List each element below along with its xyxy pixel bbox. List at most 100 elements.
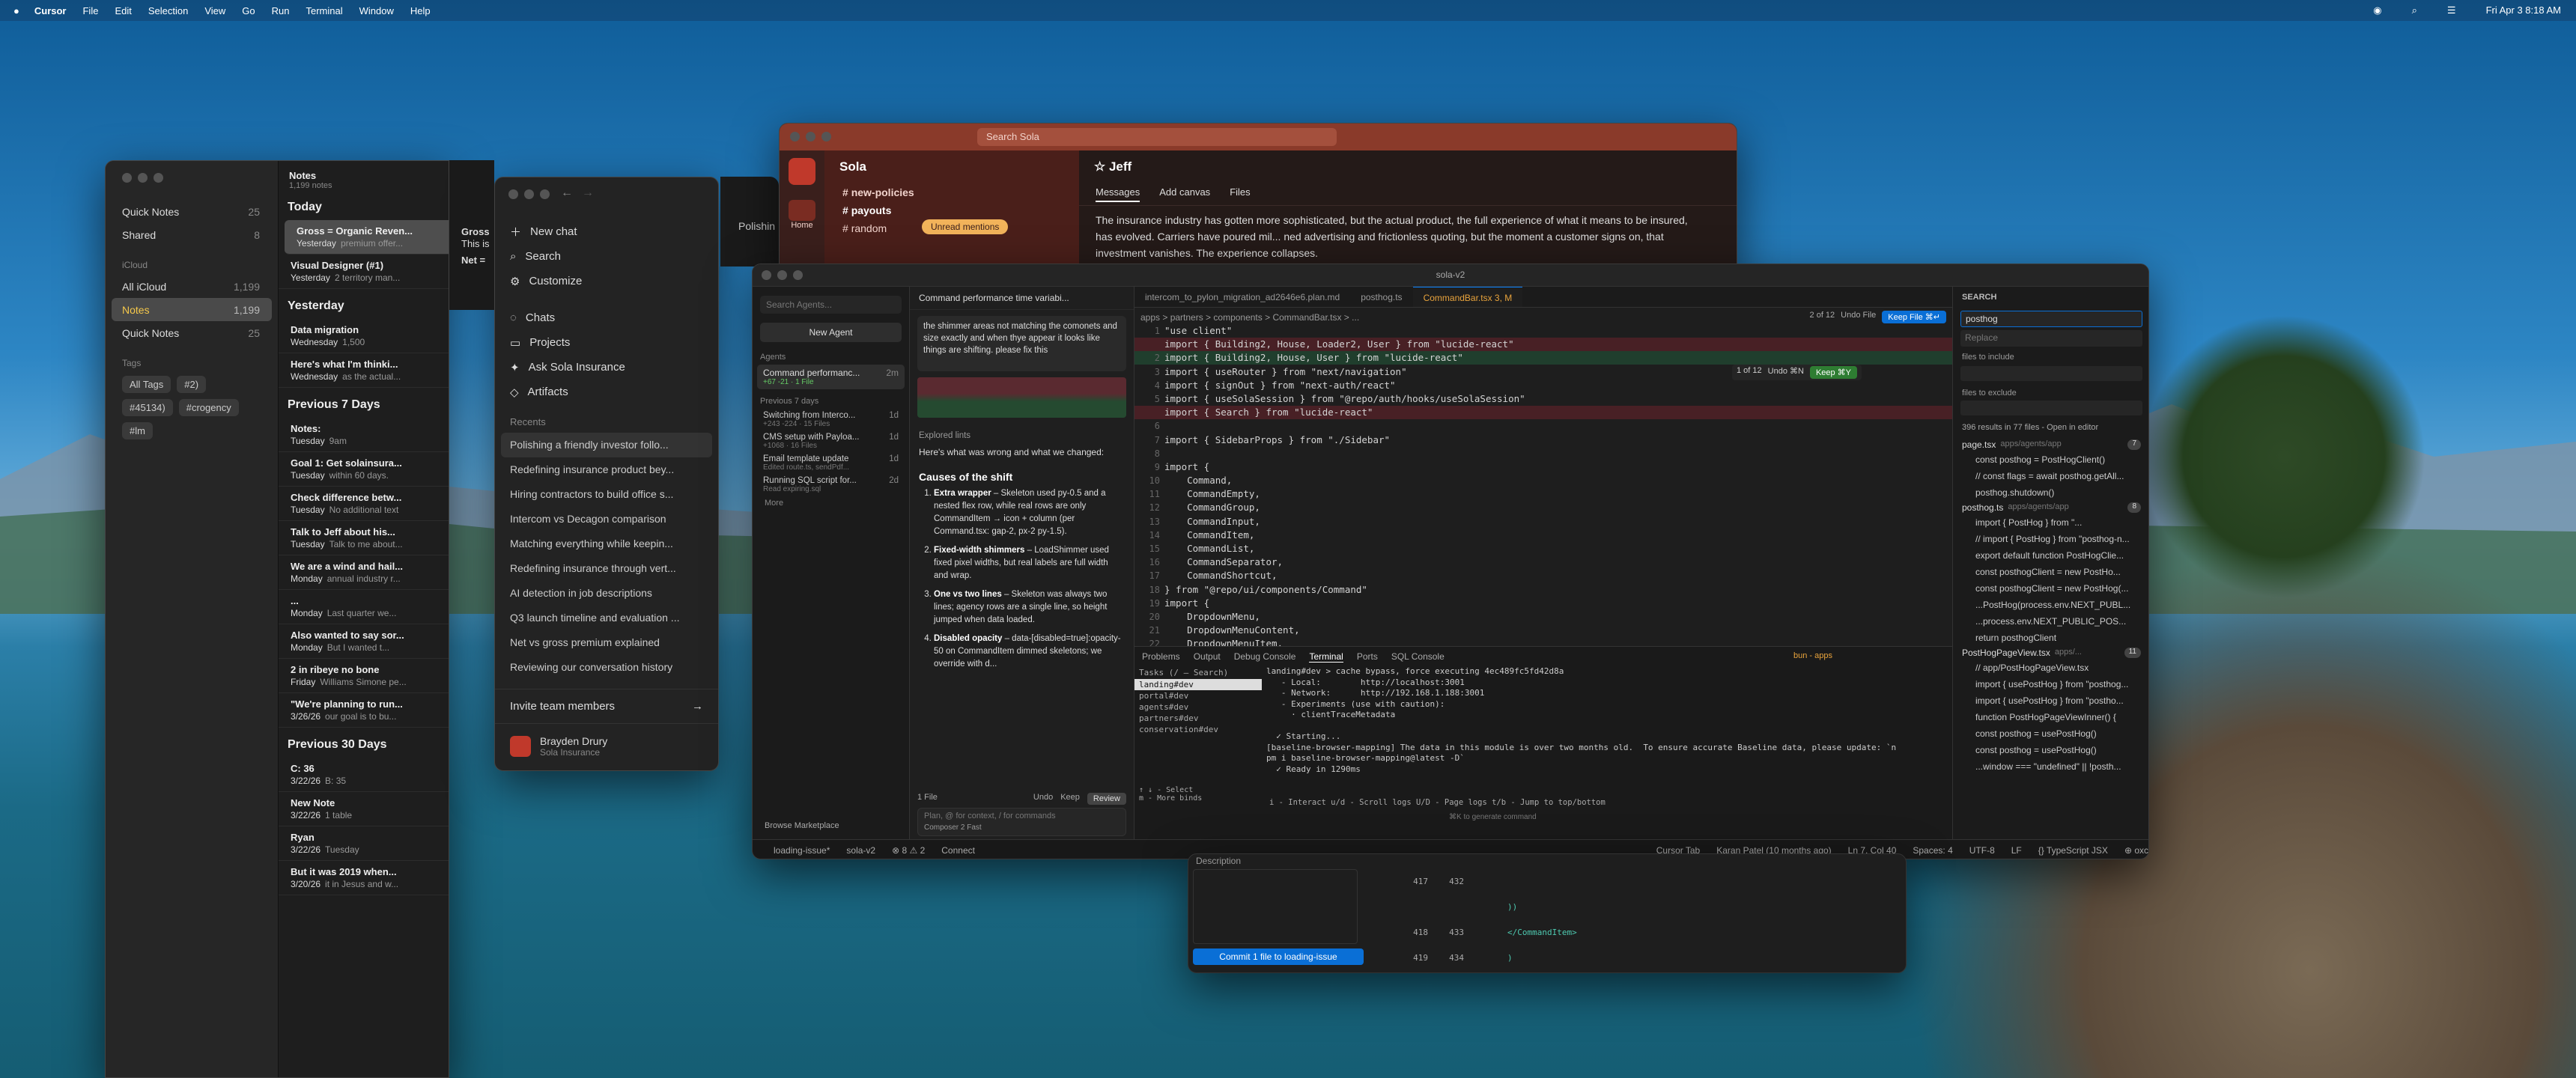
list-item[interactable]: ... Monday Last quarter we... <box>279 590 449 624</box>
result-line[interactable]: function PostHogPageViewInner() { <box>1953 709 2148 725</box>
code-line[interactable]: import { <box>1164 597 1525 610</box>
close-button[interactable] <box>122 173 132 183</box>
list-item[interactable]: We are a wind and hail... Monday annual in… <box>279 555 449 590</box>
review-button[interactable]: Review <box>1087 793 1126 805</box>
hunk-keep[interactable]: Keep ⌘Y <box>1809 366 1858 379</box>
wifi-icon[interactable]: ◉ <box>2373 4 2381 16</box>
editor-tab[interactable]: CommandBar.tsx 3, M <box>1412 287 1523 307</box>
commit-button[interactable]: Commit 1 file to loading-issue <box>1193 948 1364 965</box>
task-item[interactable]: portal#dev <box>1134 690 1262 701</box>
channel-new-policies[interactable]: # new-policies <box>824 183 1079 201</box>
recent-item[interactable]: Reviewing our conversation history <box>495 655 718 680</box>
result-line[interactable]: ...window === "undefined" || !posth... <box>1953 758 2148 775</box>
task-item[interactable]: conservation#dev <box>1134 724 1262 735</box>
code-line[interactable]: "use client" <box>1164 324 1525 338</box>
menu-terminal[interactable]: Terminal <box>306 5 342 16</box>
description-input[interactable] <box>1193 869 1358 944</box>
code-line[interactable]: import { useRouter } from "next/navigati… <box>1164 365 1525 379</box>
result-line[interactable]: // const flags = await posthog.getAll... <box>1953 468 2148 484</box>
result-file[interactable]: posthog.ts apps/agents/app 8 <box>1953 501 2148 514</box>
new-chat-button[interactable]: ＋ New chat <box>495 219 718 244</box>
marketplace-button[interactable]: Browse Marketplace <box>765 821 839 830</box>
recent-item[interactable]: Redefining insurance through vert... <box>495 556 718 581</box>
task-item[interactable]: landing#dev <box>1134 679 1262 690</box>
tag[interactable]: #45134) <box>122 399 173 416</box>
tab-files[interactable]: Files <box>1230 186 1250 202</box>
list-item[interactable]: 2 in ribeye no bone Friday Williams Simone… <box>279 659 449 693</box>
result-line[interactable]: // app/PostHogPageView.tsx <box>1953 660 2148 676</box>
control-center-icon[interactable]: ☰ <box>2447 4 2456 16</box>
status-item[interactable]: ⊗ 8 ⚠ 2 <box>892 845 925 856</box>
tab-messages[interactable]: Messages <box>1096 186 1140 202</box>
artifacts-button[interactable]: ◇ Artifacts <box>495 380 718 404</box>
menu-view[interactable]: View <box>204 5 225 16</box>
agent-item[interactable]: CMS setup with Payloa... 1d +1068 · 16 Fil… <box>753 430 909 452</box>
sola-search[interactable]: Search Sola <box>977 128 1337 146</box>
list-item[interactable]: Notes: Tuesday 9am <box>279 418 449 452</box>
minimize-button[interactable] <box>806 132 815 141</box>
menu-app-name[interactable]: Cursor <box>34 5 67 16</box>
code-line[interactable]: DropdownMenu, <box>1164 610 1525 624</box>
minimize-button[interactable] <box>524 189 534 199</box>
model-select[interactable]: Composer 2 Fast <box>918 823 1126 832</box>
more-button[interactable]: More <box>753 496 909 511</box>
status-item[interactable]: ⊕ oxc <box>2124 845 2148 856</box>
result-line[interactable]: export default function PostHogClie... <box>1953 547 2148 564</box>
sola-logo[interactable] <box>789 158 815 185</box>
menu-help[interactable]: Help <box>410 5 431 16</box>
code-line[interactable]: CommandItem, <box>1164 529 1525 542</box>
apple-icon[interactable]: ● <box>13 5 19 16</box>
task-item[interactable]: agents#dev <box>1134 701 1262 713</box>
tag[interactable]: #crogency <box>178 399 239 416</box>
recent-item[interactable]: AI detection in job descriptions <box>495 581 718 606</box>
list-item[interactable]: Talk to Jeff about his... Tuesday Talk to … <box>279 521 449 555</box>
editor-tab[interactable]: posthog.ts <box>1350 287 1412 307</box>
diff-nav[interactable]: 2 of 12 <box>1810 311 1835 323</box>
forward-icon[interactable]: → <box>582 186 594 200</box>
projects-button[interactable]: ▭ Projects <box>495 330 718 355</box>
recent-item[interactable]: Matching everything while keepin... <box>495 532 718 556</box>
list-item[interactable]: New Note 3/22/26 1 table <box>279 792 449 826</box>
code-line[interactable]: import { Building2, House, Loader2, User… <box>1164 338 1525 351</box>
undo-file-button[interactable]: Undo File <box>1841 311 1876 323</box>
back-icon[interactable]: ← <box>561 186 573 200</box>
code-line[interactable]: CommandGroup, <box>1164 501 1525 514</box>
result-line[interactable]: const posthogClient = new PostHo... <box>1953 564 2148 580</box>
unread-mentions-pill[interactable]: Unread mentions <box>922 219 1009 234</box>
ask-sola-button[interactable]: ✦ Ask Sola Insurance <box>495 355 718 380</box>
hunk-nav[interactable]: 1 of 12 <box>1737 366 1762 379</box>
code-line[interactable]: CommandList, <box>1164 542 1525 555</box>
list-item[interactable]: Visual Designer (#1) Yesterday 2 territory… <box>279 255 449 289</box>
editor-tab[interactable]: intercom_to_pylon_migration_ad2646e6.pla… <box>1134 287 1350 307</box>
status-item[interactable]: {} TypeScript JSX <box>2038 845 2108 856</box>
tag[interactable]: #2) <box>177 376 207 393</box>
list-item[interactable]: Check difference betw... Tuesday No additi… <box>279 487 449 521</box>
recent-item[interactable]: Redefining insurance product bey... <box>495 457 718 482</box>
user-profile[interactable]: Brayden Drury Sola Insurance <box>495 723 718 768</box>
status-item[interactable]: sola-v2 <box>846 845 875 856</box>
menu-file[interactable]: File <box>82 5 98 16</box>
sidebar-item-quick-notes-icloud[interactable]: Quick Notes 25 <box>106 321 278 344</box>
task-item[interactable]: partners#dev <box>1134 713 1262 724</box>
tag[interactable]: #lm <box>122 422 153 439</box>
result-line[interactable]: import { PostHog } from "... <box>1953 514 2148 531</box>
result-line[interactable]: ...PostHog(process.env.NEXT_PUBL... <box>1953 597 2148 613</box>
search-input[interactable]: posthog <box>1960 311 2142 327</box>
result-line[interactable]: const posthogClient = new PostHog(... <box>1953 580 2148 597</box>
result-line[interactable]: posthog.shutdown() <box>1953 484 2148 501</box>
search-icon[interactable]: ⌕ <box>2412 4 2417 16</box>
sidebar-item-all-icloud[interactable]: All iCloud 1,199 <box>106 275 278 298</box>
list-item[interactable]: Data migration Wednesday 1,500 <box>279 319 449 353</box>
code-line[interactable]: import { <box>1164 460 1525 474</box>
exclude-input[interactable] <box>1960 401 2142 415</box>
menu-selection[interactable]: Selection <box>148 5 188 16</box>
status-item[interactable]: Connect <box>941 845 975 856</box>
customize-button[interactable]: ⚙ Customize <box>495 269 718 293</box>
result-line[interactable]: ...process.env.NEXT_PUBLIC_POS... <box>1953 613 2148 630</box>
code-line[interactable] <box>1164 447 1525 460</box>
list-item[interactable]: Gross = Organic Reven... Yesterday premium… <box>285 220 449 255</box>
list-item[interactable]: C: 36 3/22/26 B: 35 <box>279 758 449 792</box>
code-line[interactable]: import { Search } from "lucide-react" <box>1164 406 1525 419</box>
result-line[interactable]: const posthog = usePostHog() <box>1953 725 2148 742</box>
status-item[interactable]: Spaces: 4 <box>1913 845 1952 856</box>
